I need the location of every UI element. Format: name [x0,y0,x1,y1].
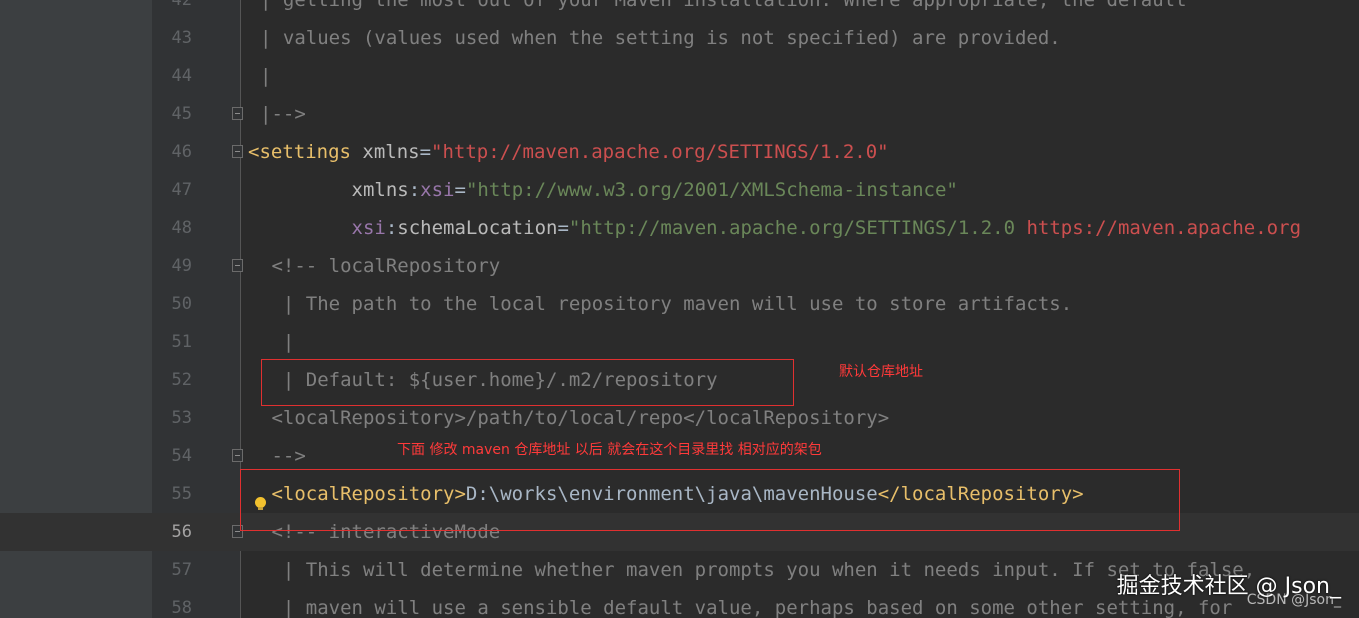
line-number: 56 [171,522,192,542]
code-token: | maven will use a sensible default valu… [260,597,1233,618]
line-number: 47 [171,180,192,200]
code-line-44[interactable]: 44 | [0,57,1359,95]
code-text: | [260,323,294,361]
code-token: | getting the most out of your Maven ins… [260,0,1187,11]
line-number: 55 [171,484,192,504]
code-editor[interactable]: 42 | getting the most out of your Maven i… [0,0,1359,618]
code-line-51[interactable]: 51 | [0,323,1359,361]
code-text: | [260,57,271,95]
code-line-50[interactable]: 50 | The path to the local repository ma… [0,285,1359,323]
code-text: | getting the most out of your Maven ins… [260,0,1187,19]
code-line-45[interactable]: 45 |--> [0,95,1359,133]
line-number: 54 [171,446,192,466]
code-line-47[interactable]: 47 xmlns:xsi="http://www.w3.org/2001/XML… [0,171,1359,209]
code-token: |--> [260,103,306,125]
fold-toggle-icon[interactable] [232,259,243,272]
code-token: <settings [248,141,363,163]
code-text: |--> [260,95,306,133]
code-line-46[interactable]: 46 <settings xmlns="http://maven.apache.o… [0,133,1359,171]
line-number: 51 [171,332,192,352]
code-text: <settings xmlns="http://maven.apache.org… [248,133,889,171]
code-token: <localRepository>/path/to/local/repo</lo… [260,407,890,429]
line-number: 58 [171,598,192,618]
watermark-juejin: 掘金技术社区 @ Json_ [1116,574,1341,599]
fold-toggle-icon[interactable] [232,145,243,158]
line-number: 50 [171,294,192,314]
code-token: "http://www.w3.org/2001/XMLSchema-instan… [465,179,958,201]
code-token: --> [260,445,306,467]
line-number: 44 [171,66,192,86]
code-line-42[interactable]: 42 | getting the most out of your Maven i… [0,0,1359,19]
code-token: : [408,179,421,201]
code-token: | values (values used when the setting i… [260,27,1061,49]
code-token: xsi [260,217,386,239]
code-token: | [260,331,295,353]
line-number: 43 [171,28,192,48]
line-number: 45 [171,104,192,124]
code-token: https://maven.apache.org [1026,217,1302,239]
fold-toggle-icon[interactable] [232,107,243,120]
code-text: | This will determine whether maven prom… [260,551,1255,589]
default-repo-highlight-box [261,359,794,406]
line-number: 57 [171,560,192,580]
code-line-48[interactable]: 48 xsi:schemaLocation="http://maven.apac… [0,209,1359,247]
modified-repo-highlight-box [240,469,1180,531]
code-token: = [557,217,569,239]
line-number: 42 [171,0,192,10]
code-token: schemaLocation [397,217,558,239]
code-token: | [260,65,272,87]
line-number: 49 [171,256,192,276]
line-number: 46 [171,142,192,162]
modified-repo-note: 下面 修改 maven 仓库地址 以后 就会在这个目录里找 相对应的架包 [397,442,822,458]
code-text: | The path to the local repository maven… [260,285,1072,323]
default-repo-note: 默认仓库地址 [839,364,923,380]
code-token: : [385,217,398,239]
code-token: | This will determine whether maven prom… [260,559,1256,581]
code-token: xmlns [362,141,420,163]
line-number: 53 [171,408,192,428]
code-token: | The path to the local repository maven… [260,293,1073,315]
intention-bulb-icon[interactable] [255,497,266,510]
code-token: xmlns [260,179,409,201]
code-token: <!-- localRepository [260,255,501,277]
code-line-43[interactable]: 43 | values (values used when the setting… [0,19,1359,57]
code-text: | maven will use a sensible default valu… [260,589,1232,618]
code-line-49[interactable]: 49 <!-- localRepository [0,247,1359,285]
code-text: <!-- localRepository [260,247,500,285]
code-token: "http://maven.apache.org/SETTINGS/1.2.0 [568,217,1027,239]
fold-toggle-icon[interactable] [232,449,243,462]
code-token: = [419,141,432,163]
code-token: "http://maven.apache.org/SETTINGS/1.2.0" [431,141,889,163]
code-text: xsi:schemaLocation="http://maven.apache.… [260,209,1302,247]
code-token: xsi [420,179,455,201]
line-number: 52 [171,370,192,390]
code-text: xmlns:xsi="http://www.w3.org/2001/XMLSch… [260,171,958,209]
code-text: | values (values used when the setting i… [260,19,1061,57]
code-token: = [454,179,466,201]
line-number: 48 [171,218,192,238]
